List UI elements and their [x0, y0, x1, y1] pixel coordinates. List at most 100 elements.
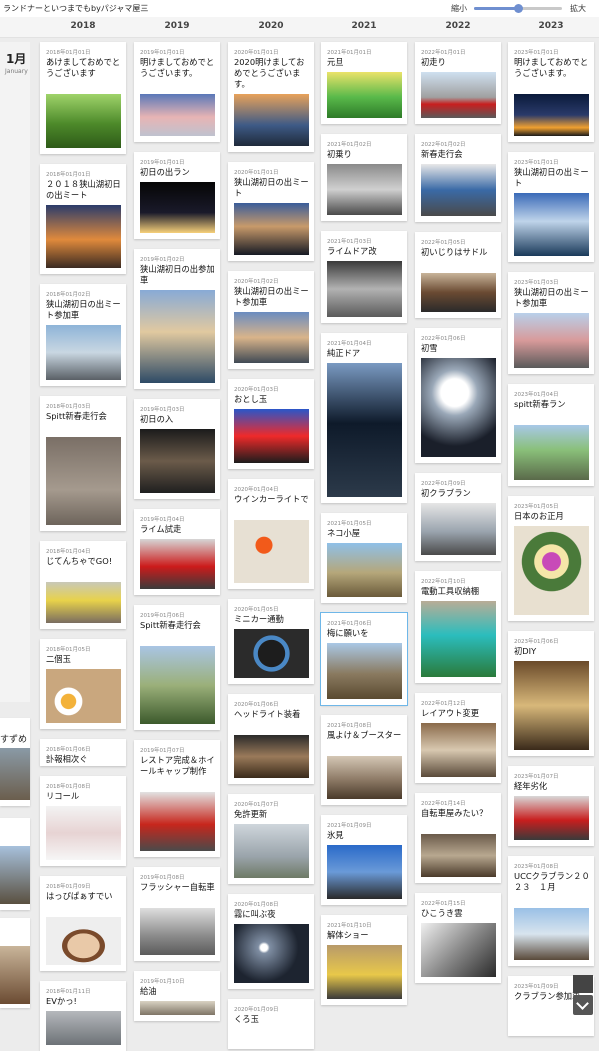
post-title[interactable]: 初いじりはサドル: [421, 247, 497, 258]
post-title[interactable]: ミニカー通勤: [234, 614, 310, 625]
post-title[interactable]: 初日の出ラン: [140, 167, 216, 178]
post-card[interactable]: 2023年01月06日 初DIY: [508, 631, 594, 756]
post-thumbnail[interactable]: [46, 205, 121, 268]
post-thumbnail[interactable]: [514, 425, 589, 480]
post-thumbnail[interactable]: [234, 203, 309, 255]
post-title[interactable]: 初雪: [421, 343, 497, 354]
post-title[interactable]: 狭山湖初日の出ミート参加車: [46, 299, 122, 321]
post-thumbnail[interactable]: [140, 1001, 215, 1015]
post-card[interactable]: 2020年01月02日 狭山湖初日の出ミート参加車: [228, 271, 314, 369]
post-card[interactable]: 2019年01月04日 ライム試走: [134, 509, 220, 595]
post-card[interactable]: 2018年01月01日 ２０１８狭山湖初日の出ミート: [40, 164, 126, 274]
post-title[interactable]: 初乗り: [327, 149, 403, 160]
post-thumbnail[interactable]: [514, 94, 589, 136]
post-card[interactable]: 2018年01月02日 狭山湖初日の出ミート参加車: [40, 284, 126, 386]
post-thumbnail[interactable]: [421, 601, 496, 677]
post-card[interactable]: 2020年01月06日 ヘッドライト装着: [228, 694, 314, 784]
post-title[interactable]: 明けましておめでとうございます。: [140, 57, 216, 79]
post-thumbnail[interactable]: [327, 164, 402, 215]
post-card[interactable]: 2020年01月03日 おとし玉: [228, 379, 314, 469]
post-thumbnail[interactable]: [421, 164, 496, 216]
post-title[interactable]: 解体ショー: [327, 930, 403, 941]
zoom-in-button[interactable]: 拡大: [570, 3, 586, 14]
post-title[interactable]: 経年劣化: [514, 781, 590, 792]
post-thumbnail[interactable]: [514, 908, 589, 960]
post-card[interactable]: 2020年01月05日 ミニカー通勤: [228, 599, 314, 684]
post-title[interactable]: 初走り: [421, 57, 497, 68]
post-title[interactable]: 狭山湖初日の出ミート参加車: [234, 286, 310, 308]
post-title[interactable]: 新春走行会: [421, 149, 497, 160]
post-card[interactable]: 2019年01月08日 フラッシャー自転車: [134, 867, 220, 961]
post-thumbnail[interactable]: [327, 261, 402, 317]
post-card[interactable]: 2020年01月01日 狭山湖初日の出ミート: [228, 162, 314, 261]
post-title[interactable]: ウインカーライトで: [234, 494, 310, 505]
post-thumbnail[interactable]: [514, 661, 589, 750]
post-thumbnail[interactable]: [46, 806, 121, 860]
post-title[interactable]: 初DIY: [514, 646, 590, 657]
post-thumbnail[interactable]: [46, 94, 121, 148]
post-card[interactable]: 2018年01月04日 じてんちゃでGO!: [40, 541, 126, 629]
post-thumbnail[interactable]: [327, 643, 402, 699]
post-thumbnail[interactable]: [514, 193, 589, 256]
post-thumbnail[interactable]: [46, 582, 121, 623]
post-title[interactable]: ２０１８狭山湖初日の出ミート: [46, 179, 122, 201]
post-thumbnail[interactable]: [327, 945, 402, 999]
post-title[interactable]: 自転車屋みたい？: [421, 808, 497, 819]
post-thumbnail[interactable]: [514, 313, 589, 368]
post-title[interactable]: 風よけ＆ブースター: [327, 730, 403, 741]
post-thumbnail[interactable]: [234, 735, 309, 778]
post-thumbnail[interactable]: [46, 917, 121, 965]
post-thumbnail[interactable]: [421, 723, 496, 777]
post-card[interactable]: 2018年01月01日 あけましておめでとうございます: [40, 42, 126, 154]
post-title[interactable]: 梅に願いを: [327, 628, 403, 639]
post-card[interactable]: 2023年01月07日 経年劣化: [508, 766, 594, 846]
post-card[interactable]: 2021年01月01日 元旦: [321, 42, 407, 124]
post-card[interactable]: 2020年01月04日 ウインカーライトで: [228, 479, 314, 589]
post-title[interactable]: 日本のお正月: [514, 511, 590, 522]
post-card[interactable]: 2018年01月03日 Spitt新春走行会: [40, 396, 126, 531]
post-title[interactable]: はっぴぱぁすでい: [46, 891, 122, 902]
post-thumbnail[interactable]: [140, 429, 215, 493]
post-card[interactable]: 2018年01月06日 訃報相次ぐ: [40, 739, 126, 766]
post-card[interactable]: 2023年01月08日 UCCクラブラン２０２３ １月: [508, 856, 594, 966]
post-thumbnail[interactable]: [234, 312, 309, 363]
post-thumbnail[interactable]: [234, 824, 309, 878]
post-title[interactable]: Spitt新春走行会: [46, 411, 122, 422]
post-card[interactable]: 2022年01月02日 新春走行会: [415, 134, 501, 222]
post-card[interactable]: 2023年01月01日 明けましておめでとうございます。: [508, 42, 594, 142]
post-card[interactable]: 2019年01月01日 初日の出ラン: [134, 152, 220, 239]
post-thumbnail[interactable]: [327, 363, 402, 497]
post-card[interactable]: 2022年01月12日 レイアウト変更: [415, 693, 501, 783]
post-card[interactable]: 2022年01月09日 初クラブラン: [415, 473, 501, 561]
post-thumbnail[interactable]: [46, 1011, 121, 1045]
post-card[interactable]: 2021年01月04日 純正ドア: [321, 333, 407, 503]
post-thumbnail[interactable]: [327, 845, 402, 899]
post-card[interactable]: 2020年01月01日 2020明けましておめでとうございます。: [228, 42, 314, 152]
year-label[interactable]: 2019: [164, 21, 189, 31]
post-card[interactable]: 2019年01月02日 狭山湖初日の出参加車: [134, 249, 220, 389]
post-card[interactable]: 2023年01月05日 日本のお正月: [508, 496, 594, 621]
post-title[interactable]: リコール: [46, 791, 122, 802]
post-card[interactable]: 2022年01月06日 初雪: [415, 328, 501, 463]
post-thumbnail[interactable]: [421, 273, 496, 312]
post-title[interactable]: 初クラブラン: [421, 488, 497, 499]
zoom-slider-thumb[interactable]: [514, 4, 523, 13]
post-card[interactable]: 2018年01月08日 リコール: [40, 776, 126, 866]
post-thumbnail[interactable]: [46, 437, 121, 525]
post-thumbnail[interactable]: [140, 290, 215, 383]
post-title[interactable]: ネコ小屋: [327, 528, 403, 539]
post-card[interactable]: 2020年01月08日 霧に叫ぶ夜: [228, 894, 314, 989]
post-card[interactable]: 2023年01月03日 狭山湖初日の出ミート参加車: [508, 272, 594, 374]
post-thumbnail[interactable]: [234, 409, 309, 463]
previous-year-card[interactable]: [0, 918, 30, 1008]
post-card[interactable]: 2021年01月08日 風よけ＆ブースター: [321, 715, 407, 805]
post-title[interactable]: フラッシャー自転車: [140, 882, 216, 893]
post-card[interactable]: 2019年01月07日 レストア完成＆ホイールキャップ制作: [134, 740, 220, 857]
post-thumbnail[interactable]: [514, 796, 589, 840]
post-thumbnail[interactable]: [421, 923, 496, 977]
post-card[interactable]: 2019年01月06日 Spitt新春走行会: [134, 605, 220, 730]
post-title[interactable]: ライム試走: [140, 524, 216, 535]
post-card[interactable]: 2023年01月04日 spitt新春ラン: [508, 384, 594, 486]
post-card[interactable]: 2018年01月05日 二個玉: [40, 639, 126, 729]
post-card[interactable]: 2022年01月15日 ひこうき雲: [415, 893, 501, 983]
